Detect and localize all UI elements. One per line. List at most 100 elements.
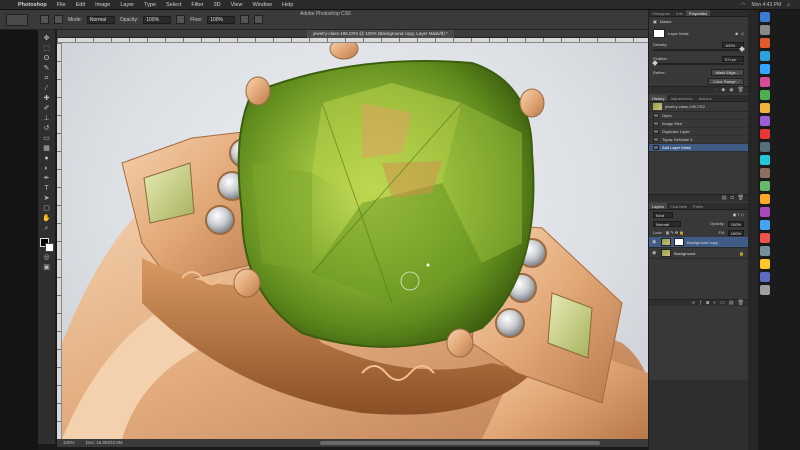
horizontal-scrollbar[interactable] (320, 441, 600, 445)
add-mask-icon[interactable]: ◙ (706, 300, 709, 306)
history-item[interactable]: Image Size (649, 120, 748, 128)
pen-icon[interactable]: ✒ (41, 174, 53, 183)
healing-brush-icon[interactable]: ✚ (41, 94, 53, 103)
zoom-icon[interactable]: ⌕ (41, 224, 53, 233)
tab-actions[interactable]: Actions (695, 95, 714, 101)
opacity-input[interactable]: 100% (143, 15, 172, 24)
history-item[interactable]: Topaz DeNoise 5 (649, 136, 748, 144)
pressure-opacity-icon[interactable] (176, 15, 186, 24)
density-slider[interactable] (653, 46, 745, 52)
menu-layer[interactable]: Layer (115, 2, 139, 8)
eye-icon[interactable]: ◉ (652, 239, 658, 245)
gradient-icon[interactable]: ▦ (41, 144, 53, 153)
menu-filter[interactable]: Filter (186, 2, 208, 8)
history-item[interactable]: Open (649, 112, 748, 120)
eyedropper-icon[interactable]: ⁄ (41, 84, 53, 93)
feather-input[interactable]: 0.0 px (722, 55, 744, 62)
history-item[interactable]: Duplicate Layer (649, 128, 748, 136)
dodge-icon[interactable]: ◐ (41, 164, 53, 173)
screen-mode-icon[interactable]: ▣ (41, 263, 53, 272)
history-snapshot[interactable]: jewelry-class-195.CR2 (649, 102, 748, 112)
lock-icons[interactable]: ▦ ✎ ✥ 🔒 (666, 230, 685, 235)
blur-icon[interactable]: ● (41, 154, 53, 163)
safari-icon[interactable] (760, 51, 770, 61)
app-icon[interactable] (760, 207, 770, 217)
trash-icon[interactable]: 🗑 (738, 195, 744, 201)
messages-icon[interactable] (760, 155, 770, 165)
shape-icon[interactable]: ▢ (41, 204, 53, 213)
app-icon[interactable] (760, 259, 770, 269)
feather-slider[interactable] (652, 60, 744, 66)
eraser-icon[interactable]: ▭ (41, 134, 53, 143)
spotlight-icon[interactable]: ⌕ (787, 2, 790, 8)
layer-kind-filter[interactable]: Kind (653, 211, 673, 218)
tab-paths[interactable]: Paths (690, 203, 706, 209)
photoshop-icon[interactable] (760, 64, 770, 74)
layer-mask-thumbnail[interactable] (674, 238, 684, 246)
menu-3d[interactable]: 3D (209, 2, 226, 8)
mask-edge-button[interactable]: Mask Edge... (710, 69, 744, 76)
folder-icon[interactable]: ▭ (720, 300, 725, 306)
calendar-icon[interactable] (760, 129, 770, 139)
menu-select[interactable]: Select (161, 2, 186, 8)
lasso-icon[interactable]: ʘ (41, 54, 53, 63)
tab-properties[interactable]: Properties (685, 10, 711, 16)
app-icon[interactable] (760, 116, 770, 126)
camera-icon[interactable]: ◘ (731, 195, 734, 201)
app-icon[interactable] (760, 246, 770, 256)
hand-icon[interactable]: ✋ (41, 214, 53, 223)
firefox-icon[interactable] (760, 38, 770, 48)
filter-icons[interactable]: ▣ T ◇ (733, 212, 744, 217)
crop-icon[interactable]: ⌗ (41, 74, 53, 83)
terminal-icon[interactable] (760, 142, 770, 152)
eye-icon[interactable]: ◉ (652, 250, 658, 256)
layer-row[interactable]: ◉ Background 🔒 (649, 248, 748, 259)
tab-histogram[interactable]: Histogram (649, 10, 673, 16)
color-swatches[interactable] (39, 238, 54, 252)
app-icon[interactable] (760, 194, 770, 204)
delete-mask-icon[interactable]: 🗑 (738, 87, 744, 93)
link-icon[interactable]: ∞ (692, 300, 696, 306)
app-icon[interactable] (760, 272, 770, 282)
mode-select[interactable]: Normal (86, 15, 115, 24)
tab-channels[interactable]: Channels (667, 203, 690, 209)
history-item-selected[interactable]: Add Layer Mask (649, 144, 748, 152)
menu-window[interactable]: Window (247, 2, 277, 8)
menu-help[interactable]: Help (277, 2, 298, 8)
layer-row-selected[interactable]: ◉ Background copy (649, 237, 748, 248)
adjustment-icon[interactable]: ◐ (713, 300, 716, 306)
finder-icon[interactable] (760, 12, 770, 22)
facetime-icon[interactable] (760, 90, 770, 100)
tab-history[interactable]: History (649, 95, 668, 101)
fx-icon[interactable]: ƒ (699, 300, 702, 306)
load-selection-icon[interactable]: ◌ (714, 87, 717, 93)
clock-text[interactable]: Mon 4:43 PM (751, 2, 781, 8)
brush-icon[interactable]: ✐ (41, 104, 53, 113)
blend-mode-select[interactable]: Normal (653, 220, 681, 227)
tab-adjustments[interactable]: Adjustments (667, 95, 695, 101)
app-icon[interactable] (760, 168, 770, 178)
trash-dock-icon[interactable] (760, 285, 770, 295)
tab-layers[interactable]: Layers (649, 203, 668, 209)
quick-select-icon[interactable]: ✎ (41, 64, 53, 73)
brush-preset-icon[interactable] (40, 15, 49, 24)
status-zoom[interactable]: 100% (63, 440, 75, 445)
menu-view[interactable]: View (226, 2, 248, 8)
system-prefs-icon[interactable] (760, 25, 770, 35)
menu-app-name[interactable]: Photoshop (13, 2, 52, 8)
menu-file[interactable]: File (52, 2, 71, 8)
menu-image[interactable]: Image (90, 2, 115, 8)
brush-panel-icon[interactable] (54, 15, 63, 24)
history-brush-icon[interactable]: ↺ (41, 124, 53, 133)
tab-info[interactable]: Info (673, 10, 686, 16)
marquee-icon[interactable]: ⬚ (41, 44, 53, 53)
pixel-mask-icon[interactable]: ◙ (736, 31, 738, 36)
path-select-icon[interactable]: ➤ (41, 194, 53, 203)
flow-input[interactable]: 100% (207, 15, 236, 24)
vector-mask-icon[interactable]: ◇ (741, 31, 744, 36)
clone-stamp-icon[interactable]: ⊥ (41, 114, 53, 123)
move-icon[interactable]: ✥ (41, 34, 53, 43)
tool-preset-picker[interactable] (6, 14, 28, 26)
pressure-size-icon[interactable] (254, 15, 264, 24)
quick-mask-icon[interactable]: ◎ (41, 253, 53, 262)
